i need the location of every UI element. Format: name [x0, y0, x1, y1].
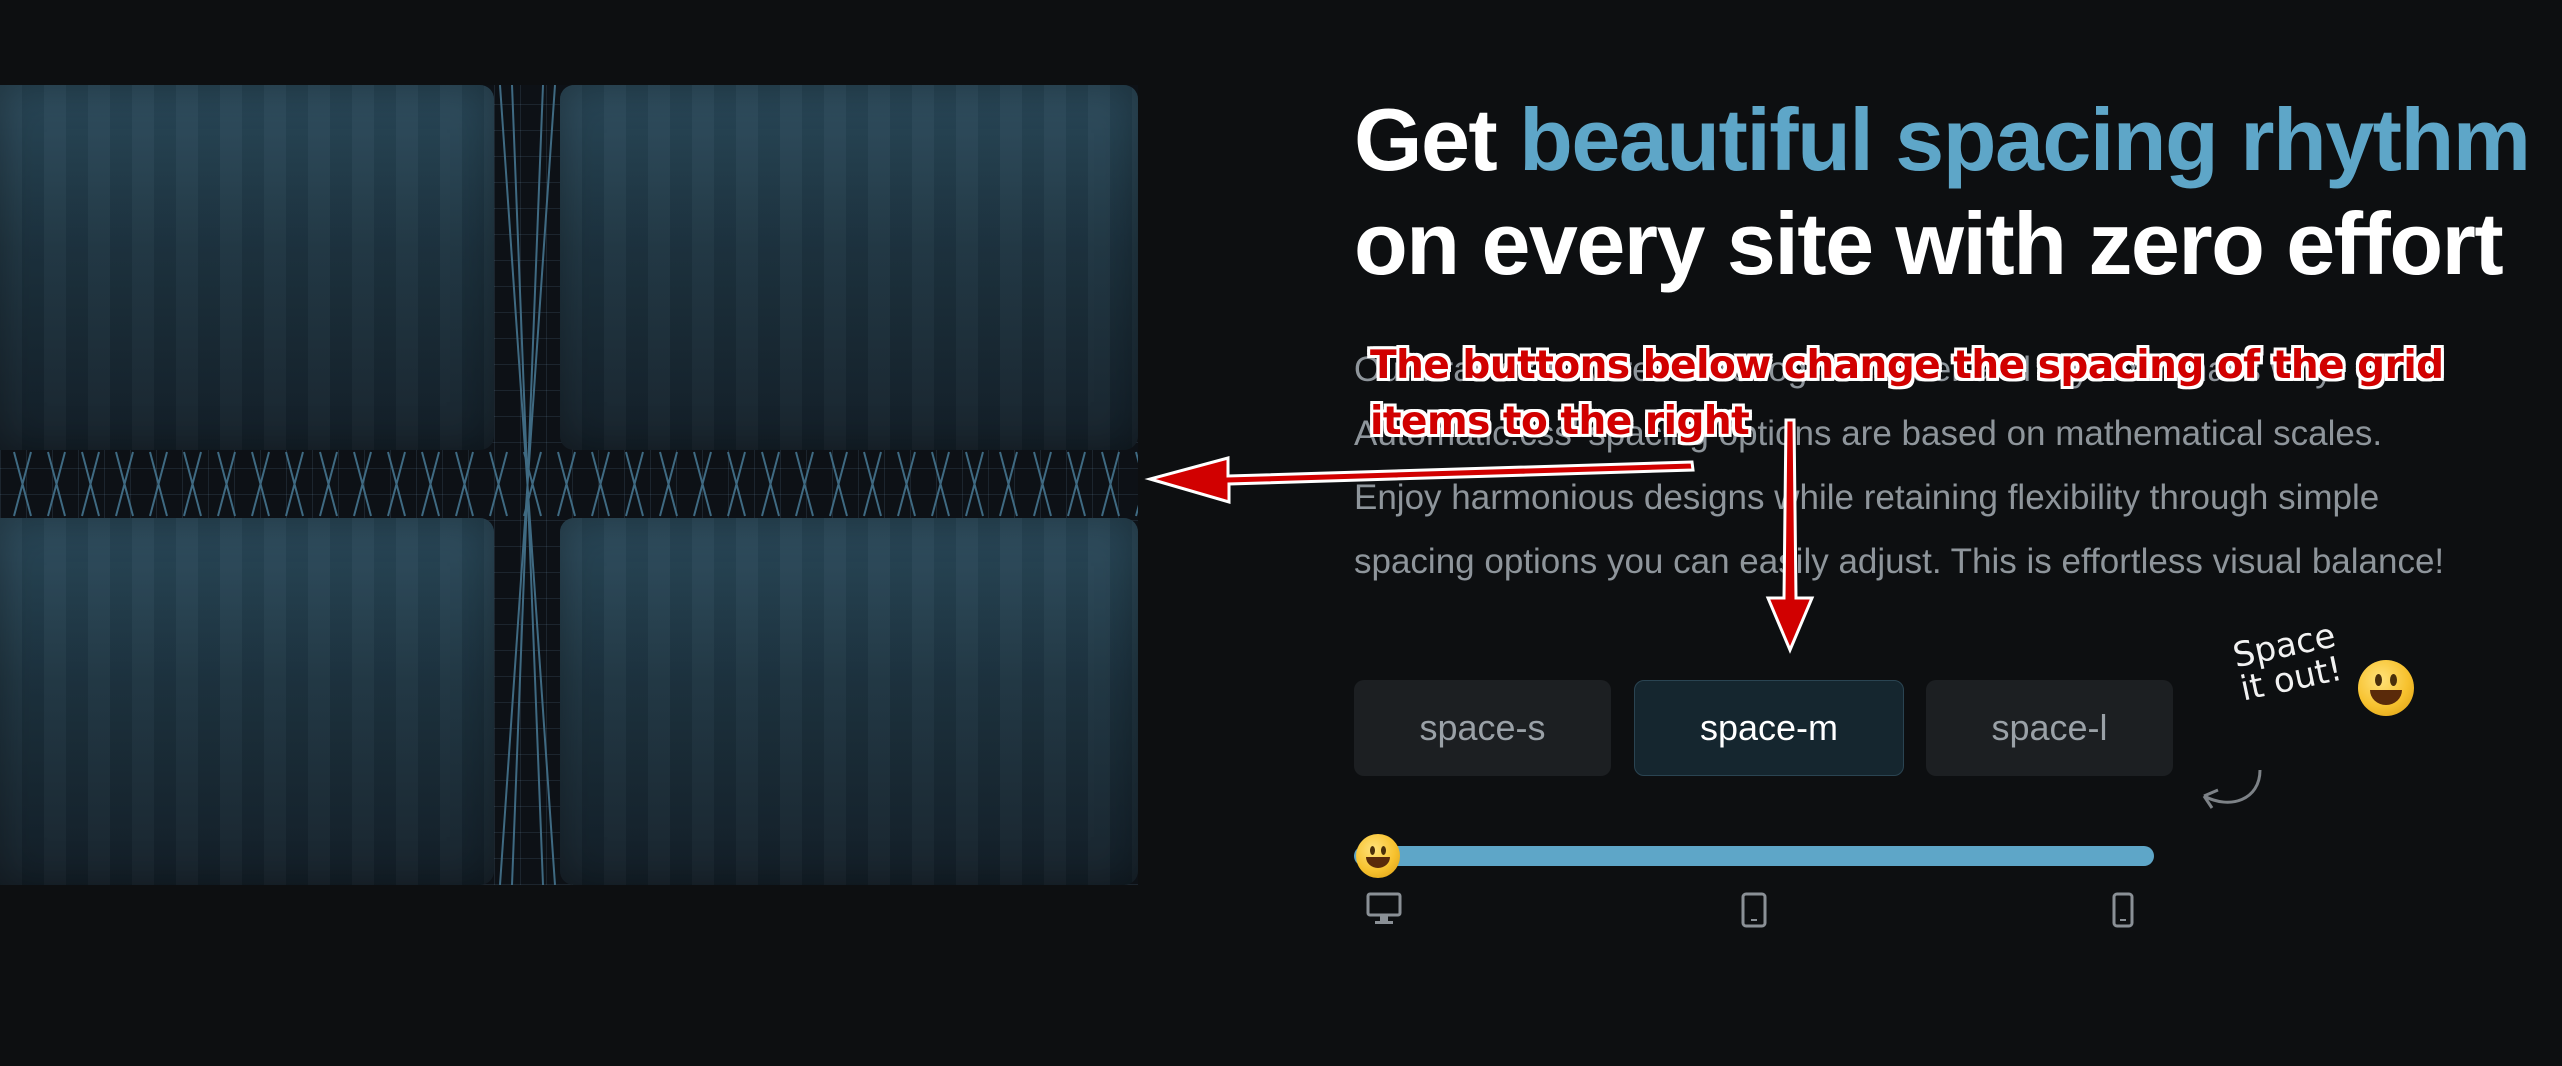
description-line: Enjoy harmonious designs while retaining… [1354, 478, 2380, 517]
slider-track[interactable] [1354, 846, 2154, 866]
slider-thumb-smiley-icon[interactable] [1356, 834, 1400, 878]
description-line: spacing options you can easily adjust. T… [1354, 542, 2445, 581]
space-m-button[interactable]: space-m [1634, 680, 1904, 776]
grid-item [560, 518, 1138, 885]
smiley-icon [2358, 660, 2414, 716]
desktop-icon[interactable] [1366, 892, 1402, 926]
grid-item [0, 518, 494, 885]
space-s-button[interactable]: space-s [1354, 680, 1611, 776]
annotation-line: The buttons below change the spacing of … [1370, 343, 2444, 388]
mobile-icon[interactable] [2112, 892, 2134, 928]
headline-prefix: Get [1354, 90, 1520, 189]
headline-line2: on every site with zero effort [1354, 194, 2504, 293]
headline-highlight: beautiful spacing rhythm [1519, 90, 2531, 189]
annotation-text: The buttons below change the spacing of … [1370, 338, 2444, 450]
callout-text: Space it out! [2229, 616, 2345, 710]
grid-item [560, 85, 1138, 450]
curved-arrow-icon [2202, 769, 2262, 809]
grid-item [0, 85, 494, 450]
page-title: Get beautiful spacing rhythm on every sit… [1354, 88, 2531, 296]
annotation-line: items to the right [1370, 399, 1750, 444]
space-l-button[interactable]: space-l [1926, 680, 2173, 776]
grid-preview [0, 85, 1138, 885]
viewport-slider[interactable] [1354, 834, 2154, 878]
tablet-icon[interactable] [1741, 892, 1767, 928]
